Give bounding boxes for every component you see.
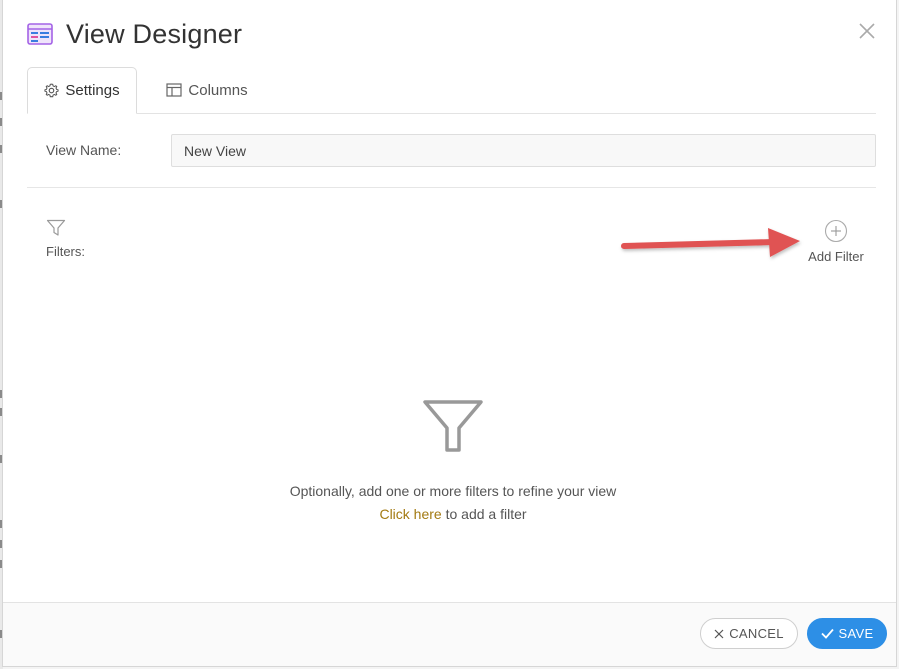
view-name-row: View Name: bbox=[46, 134, 876, 168]
close-icon[interactable] bbox=[856, 20, 878, 42]
save-button[interactable]: SAVE bbox=[807, 618, 887, 649]
dialog-footer: CANCEL SAVE bbox=[3, 602, 896, 666]
add-filter-label: Add Filter bbox=[808, 249, 864, 264]
empty-state-link-suffix: to add a filter bbox=[441, 506, 527, 522]
add-filter-button[interactable]: Add Filter bbox=[803, 219, 869, 264]
cancel-button[interactable]: CANCEL bbox=[700, 618, 798, 649]
close-small-icon bbox=[714, 629, 724, 638]
dialog-title: View Designer bbox=[66, 18, 243, 49]
view-designer-dialog: View Designer Settings Columns View Name… bbox=[2, 0, 897, 667]
save-label: SAVE bbox=[838, 626, 874, 641]
empty-state-message: Optionally, add one or more filters to r… bbox=[289, 483, 617, 499]
tab-columns[interactable]: Columns bbox=[157, 67, 257, 113]
filters-header: Filters: bbox=[46, 219, 106, 259]
tab-bar: Settings Columns bbox=[27, 67, 876, 114]
filter-icon bbox=[46, 219, 66, 236]
empty-state-action: Click here to add a filter bbox=[203, 506, 703, 522]
annotation-arrow bbox=[621, 228, 800, 257]
tab-columns-label: Columns bbox=[188, 81, 248, 99]
columns-icon bbox=[166, 83, 183, 97]
filters-label: Filters: bbox=[46, 244, 85, 259]
view-name-label: View Name: bbox=[46, 142, 122, 158]
view-designer-icon bbox=[27, 23, 53, 45]
cancel-label: CANCEL bbox=[729, 626, 784, 641]
dialog-header: View Designer bbox=[27, 18, 242, 50]
tab-settings[interactable]: Settings bbox=[27, 67, 137, 114]
tab-settings-label: Settings bbox=[65, 82, 120, 99]
section-divider bbox=[27, 187, 876, 188]
filter-large-icon bbox=[423, 400, 483, 452]
check-icon bbox=[820, 628, 834, 639]
view-name-input[interactable] bbox=[171, 134, 876, 167]
plus-circle-icon bbox=[824, 219, 848, 243]
gear-icon bbox=[44, 83, 59, 98]
filters-empty-state: Optionally, add one or more filters to r… bbox=[203, 398, 703, 522]
click-here-link[interactable]: Click here bbox=[379, 506, 441, 522]
